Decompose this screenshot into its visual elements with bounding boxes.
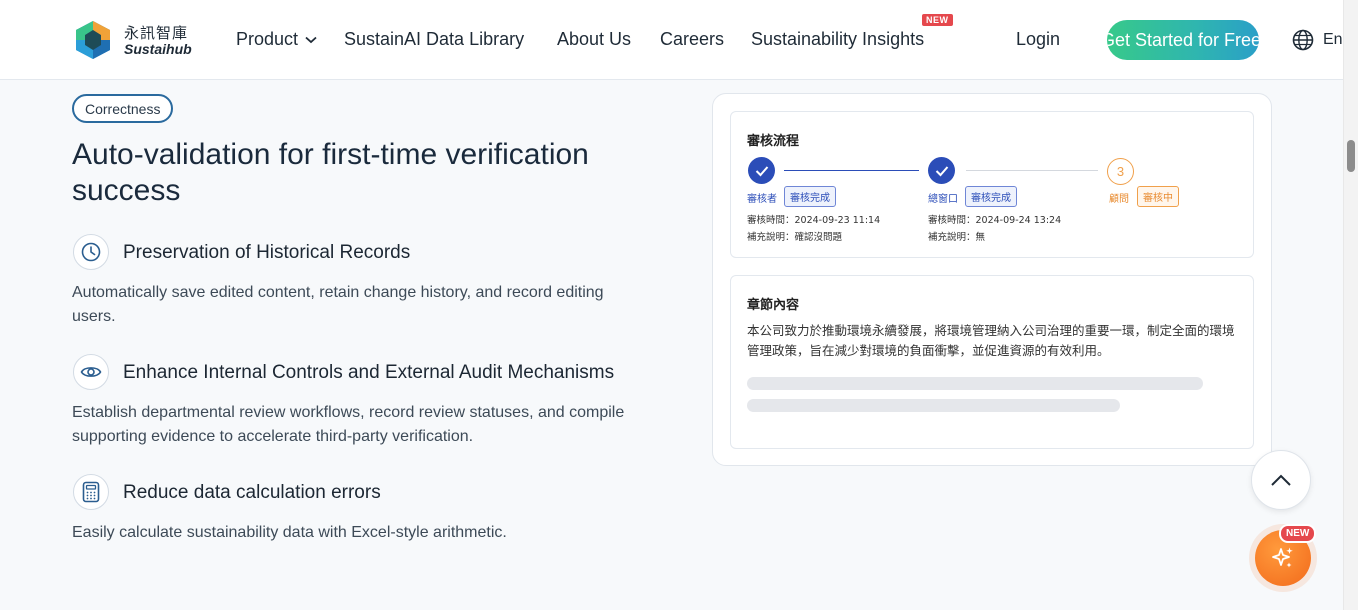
step-connector-done xyxy=(784,170,919,171)
status-badge: 審核中 xyxy=(1137,186,1179,207)
chapter-text: 本公司致力於推動環境永續發展，將環境管理納入公司治理的重要一環，制定全面的環境管… xyxy=(747,323,1235,358)
step-connector-pending xyxy=(966,170,1098,171)
ai-new-badge: NEW xyxy=(1279,524,1317,543)
step-role: 審核者 xyxy=(747,194,777,205)
site-header: 永訊智庫 Sustaihub Product SustainAI Data Li… xyxy=(0,0,1343,80)
nav-careers[interactable]: Careers xyxy=(660,29,724,50)
review-note: 補充說明：無 xyxy=(928,232,986,243)
review-flow-title: 審核流程 xyxy=(747,134,800,149)
logo-chinese-text: 永訊智庫 xyxy=(124,24,189,42)
status-badge: 審核完成 xyxy=(965,186,1017,207)
chevron-up-icon xyxy=(1271,474,1291,486)
scrollbar-track[interactable] xyxy=(1343,0,1358,610)
feature-title-audit: Enhance Internal Controls and External A… xyxy=(123,362,615,383)
skeleton-line xyxy=(747,377,1203,390)
feature-title-calculation: Reduce data calculation errors xyxy=(123,482,381,503)
step-role: 顧問 xyxy=(1109,194,1129,205)
chapter-title: 章節內容 xyxy=(747,298,800,313)
nav-about-us[interactable]: About Us xyxy=(557,29,631,50)
new-badge: NEW xyxy=(922,14,953,26)
nav-data-library[interactable]: SustainAI Data Library xyxy=(344,29,524,50)
eye-icon xyxy=(73,354,109,390)
nav-product[interactable]: Product xyxy=(236,29,317,50)
review-time: 審核時間：2024-09-24 13:24 xyxy=(928,215,1062,226)
login-link[interactable]: Login xyxy=(1016,29,1060,50)
feature-desc-history: Automatically save edited content, retai… xyxy=(72,284,604,325)
nav-sustainability-insights[interactable]: Sustainability Insights xyxy=(751,29,924,50)
chapter-content-panel xyxy=(730,275,1254,449)
calculator-icon xyxy=(73,474,109,510)
skeleton-line xyxy=(747,399,1120,412)
logo-icon[interactable] xyxy=(72,19,114,61)
feature-desc-audit: Establish departmental review workflows,… xyxy=(72,404,625,445)
step-number: 3 xyxy=(1107,158,1134,185)
logo-english-text: Sustaihub xyxy=(124,41,192,57)
correctness-tag: Correctness xyxy=(72,94,174,123)
get-started-button[interactable]: Get Started for Free xyxy=(1107,20,1259,60)
globe-icon[interactable] xyxy=(1292,29,1314,51)
feature-title-history: Preservation of Historical Records xyxy=(123,242,411,263)
language-selector[interactable]: En xyxy=(1323,31,1343,49)
review-note: 補充說明：確認沒問題 xyxy=(747,232,843,243)
nav-product-label: Product xyxy=(236,29,299,49)
get-started-label: Get Started for Free xyxy=(1107,29,1259,50)
feature-desc-calculation: Easily calculate sustainability data wit… xyxy=(72,524,507,541)
clock-icon xyxy=(73,234,109,270)
back-to-top-button[interactable] xyxy=(1251,450,1311,510)
scrollbar-thumb[interactable] xyxy=(1347,140,1355,172)
review-time: 審核時間：2024-09-23 11:14 xyxy=(747,215,881,226)
chevron-down-icon xyxy=(305,36,317,43)
sparkle-icon xyxy=(1272,547,1293,568)
section-headline: Auto-validation for first-time verificat… xyxy=(72,138,589,207)
check-icon xyxy=(928,157,955,184)
check-icon xyxy=(748,157,775,184)
status-badge: 審核完成 xyxy=(784,186,836,207)
step-role: 總窗口 xyxy=(928,194,958,205)
